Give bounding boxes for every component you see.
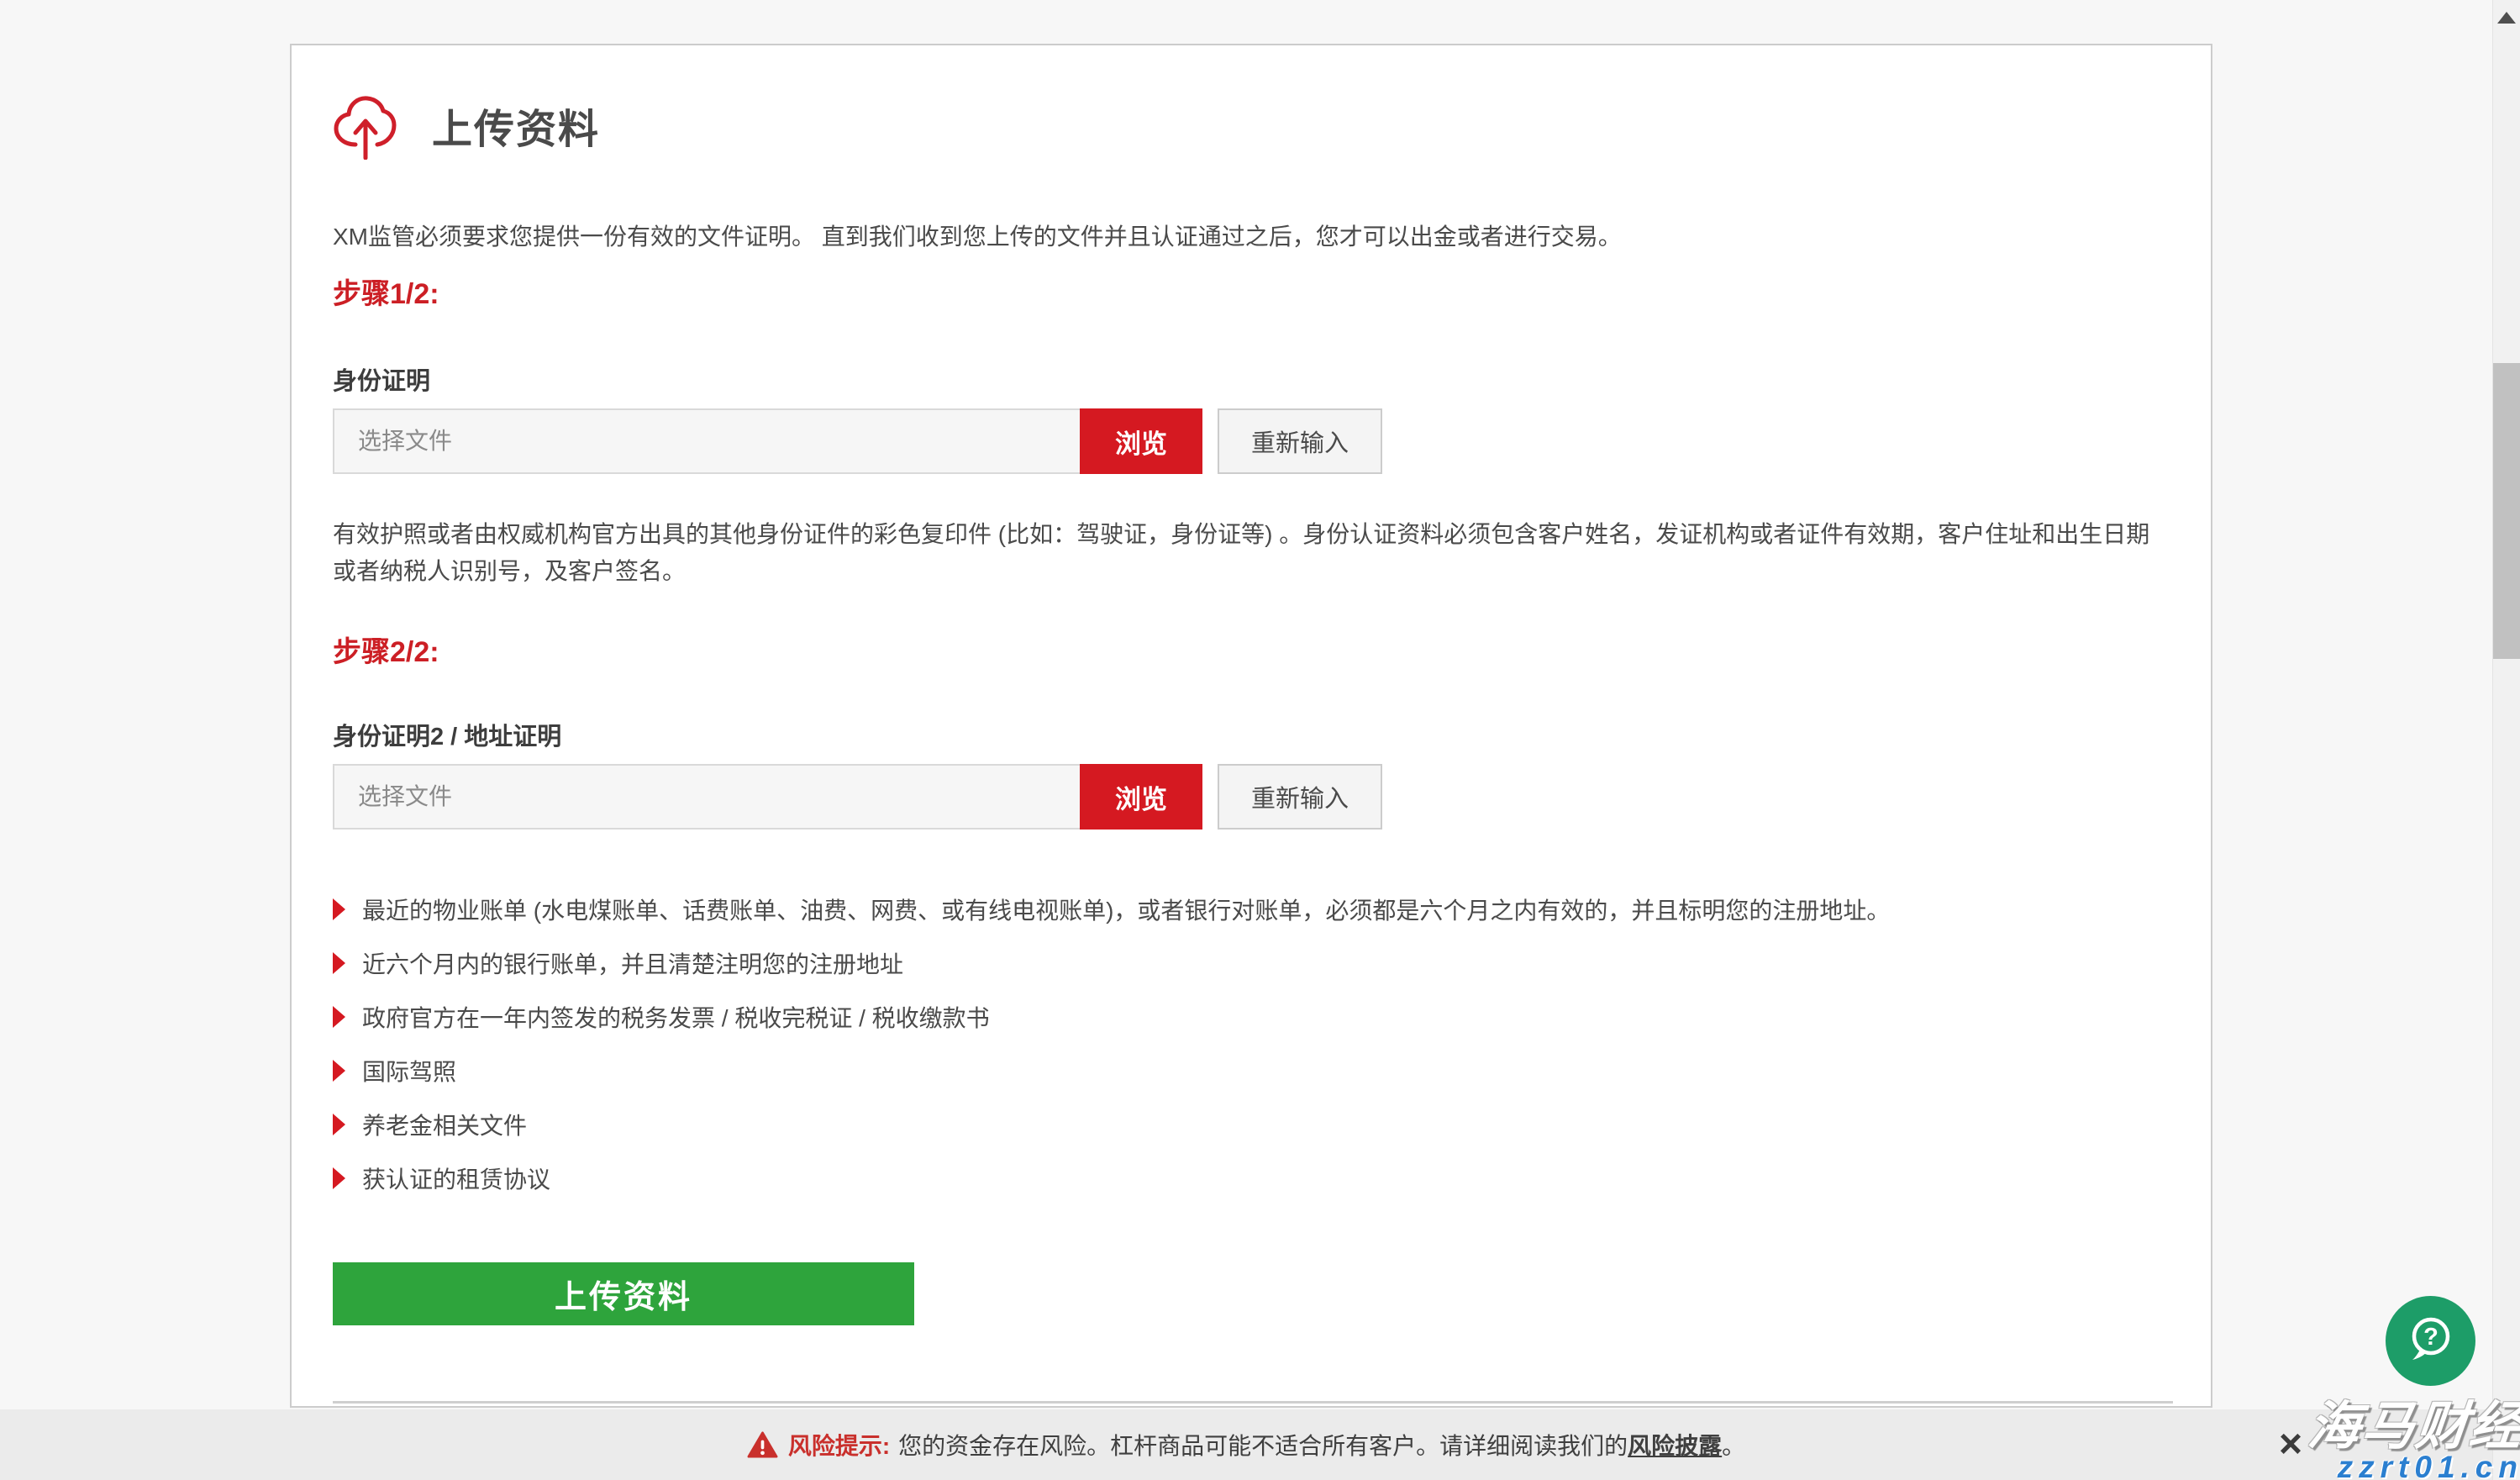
doc-list-item: 政府官方在一年内签发的税务发票 / 税收完税证 / 税收缴款书 — [333, 1004, 1890, 1030]
doc-item-text: 获认证的租赁协议 — [362, 1161, 550, 1195]
reset-button-1[interactable]: 重新输入 — [1218, 408, 1382, 474]
bullet-icon — [333, 1114, 345, 1135]
svg-text:?: ? — [2423, 1324, 2438, 1351]
bullet-icon — [333, 1060, 345, 1082]
step1-heading: 步骤1/2: — [333, 271, 439, 312]
doc-item-text: 国际驾照 — [362, 1054, 456, 1088]
file-row-2: 浏览 重新输入 — [333, 764, 1382, 830]
identity-proof-description: 有效护照或者由权威机构官方出具的其他身份证件的彩色复印件 (比如：驾驶证，身份证… — [333, 516, 2173, 590]
doc-list-item: 获认证的租赁协议 — [333, 1166, 1890, 1191]
upload-card: 上传资料 XM监管必须要求您提供一份有效的文件证明。 直到我们收到您上传的文件并… — [290, 44, 2212, 1408]
address-proof-label: 身份证明2 / 地址证明 — [333, 717, 561, 752]
risk-warning-label: 风险提示: — [788, 1428, 890, 1462]
bullet-icon — [333, 952, 345, 974]
card-header: 上传资料 — [333, 91, 600, 160]
step2-heading: 步骤2/2: — [333, 629, 439, 670]
browse-button-1[interactable]: 浏览 — [1080, 408, 1202, 474]
file-path-input-2[interactable] — [334, 766, 1080, 828]
page: 上传资料 XM监管必须要求您提供一份有效的文件证明。 直到我们收到您上传的文件并… — [0, 0, 2520, 1480]
scrollbar-thumb[interactable] — [2493, 363, 2520, 659]
file-box-1: 浏览 — [333, 408, 1202, 474]
warning-icon — [747, 1431, 778, 1459]
risk-disclosure-link[interactable]: 风险披露 — [1628, 1428, 1722, 1462]
chat-help-button[interactable]: ? — [2386, 1296, 2475, 1386]
file-path-input-1[interactable] — [334, 410, 1080, 472]
bullet-icon — [333, 898, 345, 920]
browse-button-2[interactable]: 浏览 — [1080, 764, 1202, 830]
close-icon[interactable]: × — [2269, 1420, 2312, 1467]
accepted-documents-list: 最近的物业账单 (水电煤账单、话费账单、油费、网费、或有线电视账单)，或者银行对… — [333, 897, 1890, 1219]
upload-cloud-icon — [333, 91, 397, 160]
scrollbar[interactable] — [2492, 0, 2520, 1480]
risk-warning-message: 您的资金存在风险。杠杆商品可能不适合所有客户。请详细阅读我们的 — [898, 1428, 1628, 1462]
doc-list-item: 近六个月内的银行账单，并且清楚注明您的注册地址 — [333, 951, 1890, 976]
doc-list-item: 最近的物业账单 (水电煤账单、话费账单、油费、网费、或有线电视账单)，或者银行对… — [333, 897, 1890, 922]
intro-text: XM监管必须要求您提供一份有效的文件证明。 直到我们收到您上传的文件并且认证通过… — [333, 219, 2173, 255]
page-title: 上传资料 — [432, 96, 600, 155]
doc-item-text: 近六个月内的银行账单，并且清楚注明您的注册地址 — [362, 946, 903, 980]
bullet-icon — [333, 1006, 345, 1028]
help-chat-icon: ? — [2405, 1313, 2457, 1369]
doc-item-text: 最近的物业账单 (水电煤账单、话费账单、油费、网费、或有线电视账单)，或者银行对… — [362, 893, 1890, 926]
scroll-up-arrow-icon[interactable] — [2497, 12, 2516, 24]
upload-submit-button[interactable]: 上传资料 — [333, 1262, 914, 1325]
doc-item-text: 政府官方在一年内签发的税务发票 / 税收完税证 / 税收缴款书 — [362, 1000, 990, 1034]
identity-proof-label: 身份证明 — [333, 361, 430, 397]
risk-warning-bar: 风险提示: 您的资金存在风险。杠杆商品可能不适合所有客户。请详细阅读我们的 风险… — [0, 1409, 2492, 1480]
bullet-icon — [333, 1167, 345, 1189]
doc-list-item: 国际驾照 — [333, 1058, 1890, 1083]
risk-warning-suffix: 。 — [1722, 1428, 1745, 1462]
card-divider — [333, 1401, 2173, 1404]
file-row-1: 浏览 重新输入 — [333, 408, 1382, 474]
doc-list-item: 养老金相关文件 — [333, 1112, 1890, 1137]
file-box-2: 浏览 — [333, 764, 1202, 830]
doc-item-text: 养老金相关文件 — [362, 1108, 527, 1141]
reset-button-2[interactable]: 重新输入 — [1218, 764, 1382, 830]
